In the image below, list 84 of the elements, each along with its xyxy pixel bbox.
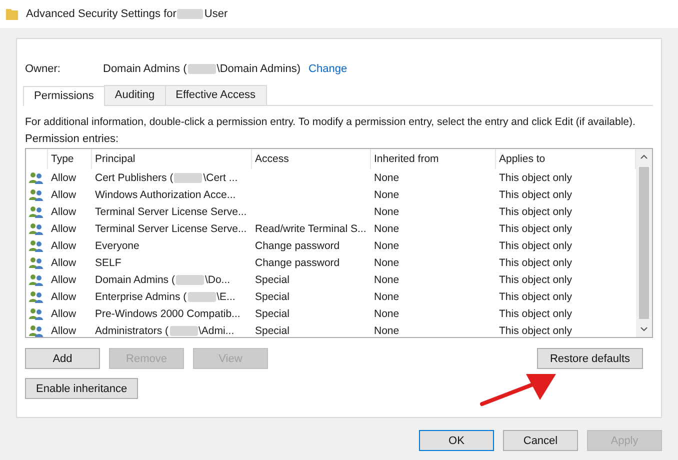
users-icon: [29, 188, 43, 200]
table-cell-text: This object only: [498, 240, 573, 252]
column-header[interactable]: Principal: [92, 149, 252, 169]
enable-inheritance-button[interactable]: Enable inheritance: [25, 378, 138, 399]
table-cell-text: Cert Publishers ( \Cert ...: [94, 172, 239, 184]
table-cell-text: Allow: [50, 188, 78, 200]
tab[interactable]: Permissions: [23, 86, 105, 106]
table-cell-text: None: [373, 290, 400, 302]
table-cell-text: Special: [254, 308, 290, 320]
users-icon: [29, 240, 43, 252]
table-cell-text: Enterprise Admins ( \E...: [94, 290, 236, 302]
entry-button[interactable]: Add: [25, 348, 100, 369]
folder-icon: [6, 8, 18, 20]
table-cell-text: Allow: [50, 324, 78, 336]
redacted-text: [174, 172, 202, 182]
users-icon: [29, 222, 43, 234]
scroll-down-icon[interactable]: [640, 325, 648, 333]
table-cell-text: Pre-Windows 2000 Compatib...: [94, 308, 242, 320]
column-header[interactable]: Type: [48, 149, 92, 169]
table-cell-text: None: [373, 324, 400, 336]
scroll-up-icon[interactable]: [640, 153, 648, 161]
table-cell-text: Change password: [254, 256, 341, 268]
table-cell-text: This object only: [498, 188, 573, 200]
table-cell-text: None: [373, 274, 400, 286]
table-cell-text: Allow: [50, 274, 78, 286]
table-cell-text: Terminal Server License Serve...: [94, 222, 248, 234]
table-cell-text: This object only: [498, 308, 573, 320]
table-cell-text: None: [373, 256, 400, 268]
dialog-button[interactable]: Cancel: [503, 430, 578, 451]
table-cell-text: Special: [254, 290, 290, 302]
table-cell-text: None: [373, 240, 400, 252]
users-icon: [29, 256, 43, 268]
entries-label: Permission entries:: [25, 133, 120, 145]
table-cell-text: None: [373, 188, 400, 200]
table-cell-text: Allow: [50, 222, 78, 234]
redacted-text: [176, 274, 204, 284]
table-cell-text: This object only: [498, 274, 573, 286]
table-cell-text: Allow: [50, 172, 78, 184]
tab[interactable]: Auditing: [104, 85, 166, 105]
table-cell-text: None: [373, 172, 400, 184]
redacted-text: [170, 326, 198, 336]
info-text: For additional information, double-click a permission entry. To modify a permission entry, select the entry and click Edit (if available).: [25, 116, 636, 128]
restore-defaults-button[interactable]: Restore defaults: [537, 348, 643, 369]
users-icon: [29, 290, 43, 302]
table-cell-text: Allow: [50, 206, 78, 218]
table-cell-text: None: [373, 222, 400, 234]
redacted-text: [188, 292, 216, 302]
table-cell-text: Administrators ( \Admi...: [94, 324, 236, 336]
column-header[interactable]: Inherited from: [371, 149, 496, 169]
table-cell-text: Windows Authorization Acce...: [94, 188, 237, 200]
table-cell-text: This object only: [498, 172, 573, 184]
owner-value: Domain Admins ( \Domain Admins): [103, 63, 301, 75]
redacted-text: [188, 64, 216, 74]
table-cell-text: Domain Admins ( \Do...: [94, 274, 232, 286]
table-cell-text: Special: [254, 274, 290, 286]
table-cell-text: This object only: [498, 256, 573, 268]
table-cell-text: Allow: [50, 308, 78, 320]
users-icon: [29, 274, 43, 286]
table-cell-text: Change password: [254, 240, 341, 252]
users-icon: [29, 324, 43, 336]
table-cell-text: This object only: [498, 290, 573, 302]
users-icon: [29, 172, 43, 184]
table-cell-text: None: [373, 308, 400, 320]
table-cell-text: This object only: [498, 222, 573, 234]
owner-label: Owner:: [25, 63, 62, 75]
scrollbar[interactable]: [636, 149, 652, 337]
dialog-button[interactable]: OK: [419, 430, 494, 451]
users-icon: [29, 206, 43, 218]
table-cell-text: This object only: [498, 324, 573, 336]
window-title: Advanced Security Settings for User: [26, 8, 228, 20]
table-cell-text: SELF: [94, 256, 122, 268]
tab[interactable]: Effective Access: [164, 85, 267, 105]
table-cell-text: This object only: [498, 206, 573, 218]
table-cell-text: None: [373, 206, 400, 218]
table-cell-text: Everyone: [94, 240, 140, 252]
change-link[interactable]: Change: [308, 63, 348, 75]
table-cell-text: Allow: [50, 240, 78, 252]
table-cell-text: Special: [254, 324, 290, 336]
column-header[interactable]: Access: [252, 149, 371, 169]
table-cell-text: Terminal Server License Serve...: [94, 206, 248, 218]
users-icon: [29, 308, 43, 320]
table-cell-text: Read/write Terminal S...: [254, 222, 368, 234]
table-cell-text: Allow: [50, 290, 78, 302]
table-cell-text: Allow: [50, 256, 78, 268]
